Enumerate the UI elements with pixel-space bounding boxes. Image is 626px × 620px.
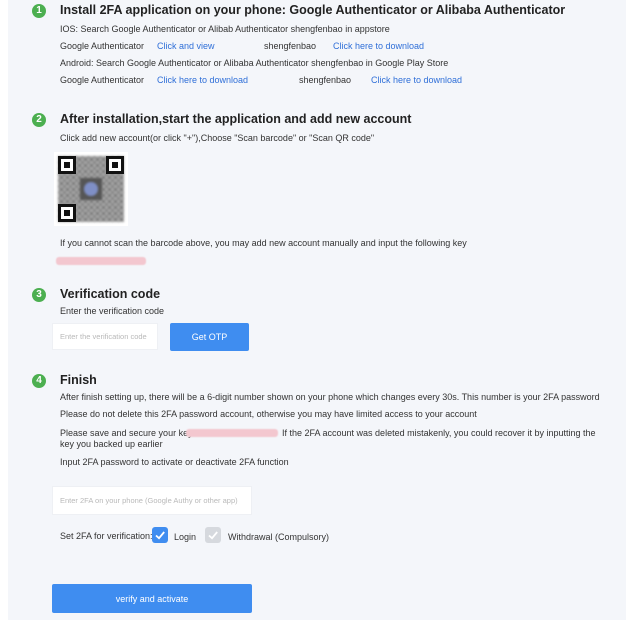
withdrawal-option-label: Withdrawal (Compulsory) — [228, 532, 330, 542]
step-2-badge: 2 — [32, 113, 46, 127]
step-1-badge: 1 — [32, 4, 46, 18]
finish-info-line-1: After finish setting up, there will be a… — [60, 392, 600, 402]
login-checkbox[interactable] — [152, 527, 168, 543]
verification-code-label: Enter the verification code — [60, 306, 165, 316]
finish-recover-text: If the 2FA account was deleted mistakenl… — [282, 428, 596, 438]
2fa-code-input[interactable] — [52, 486, 252, 515]
verification-code-input[interactable] — [52, 323, 158, 350]
android-shengfenbao-name: shengfenbao — [299, 75, 352, 85]
step-2-title: After installation,start the application… — [60, 112, 412, 126]
android-instructions: Android: Search Google Authenticator or … — [60, 58, 449, 68]
ios-shengfenbao-name: shengfenbao — [264, 41, 317, 51]
finish-info-line-2: Please do not delete this 2FA password a… — [60, 409, 477, 419]
step-4-title: Finish — [60, 373, 97, 387]
finish-save-key-text: Please save and secure your key — [60, 428, 193, 438]
secret-key-redacted — [56, 257, 146, 265]
setup-panel: 1 Install 2FA application on your phone:… — [8, 0, 626, 620]
checkmark-icon — [155, 531, 165, 540]
android-shengfenbao-download-link[interactable]: Click here to download — [371, 75, 462, 85]
step-4-badge: 4 — [32, 374, 46, 388]
step-3-badge: 3 — [32, 288, 46, 302]
get-otp-button[interactable]: Get OTP — [170, 323, 249, 351]
ios-google-click-view-link[interactable]: Click and view — [157, 41, 215, 51]
set-2fa-label: Set 2FA for verification: — [60, 531, 153, 541]
finish-info-line-4: Input 2FA password to activate or deacti… — [60, 457, 289, 467]
finish-recover-text-cont: key you backed up earlier — [60, 439, 163, 449]
checkmark-icon — [208, 531, 218, 540]
qr-code — [54, 152, 128, 226]
step-2-instruction: Click add new account(or click "+"),Choo… — [60, 133, 375, 143]
ios-instructions: IOS: Search Google Authenticator or Alib… — [60, 24, 390, 34]
manual-key-instruction: If you cannot scan the barcode above, yo… — [60, 238, 467, 248]
ios-shengfenbao-download-link[interactable]: Click here to download — [333, 41, 424, 51]
verify-activate-button[interactable]: verify and activate — [52, 584, 252, 613]
step-3-title: Verification code — [60, 287, 161, 301]
android-google-app-name: Google Authenticator — [60, 75, 145, 85]
withdrawal-checkbox — [205, 527, 221, 543]
qr-code-image — [54, 152, 128, 226]
android-google-download-link[interactable]: Click here to download — [157, 75, 248, 85]
login-option-label: Login — [174, 532, 197, 542]
step-1-title: Install 2FA application on your phone: G… — [60, 3, 566, 17]
ios-google-app-name: Google Authenticator — [60, 41, 145, 51]
saved-key-redacted — [186, 429, 278, 437]
